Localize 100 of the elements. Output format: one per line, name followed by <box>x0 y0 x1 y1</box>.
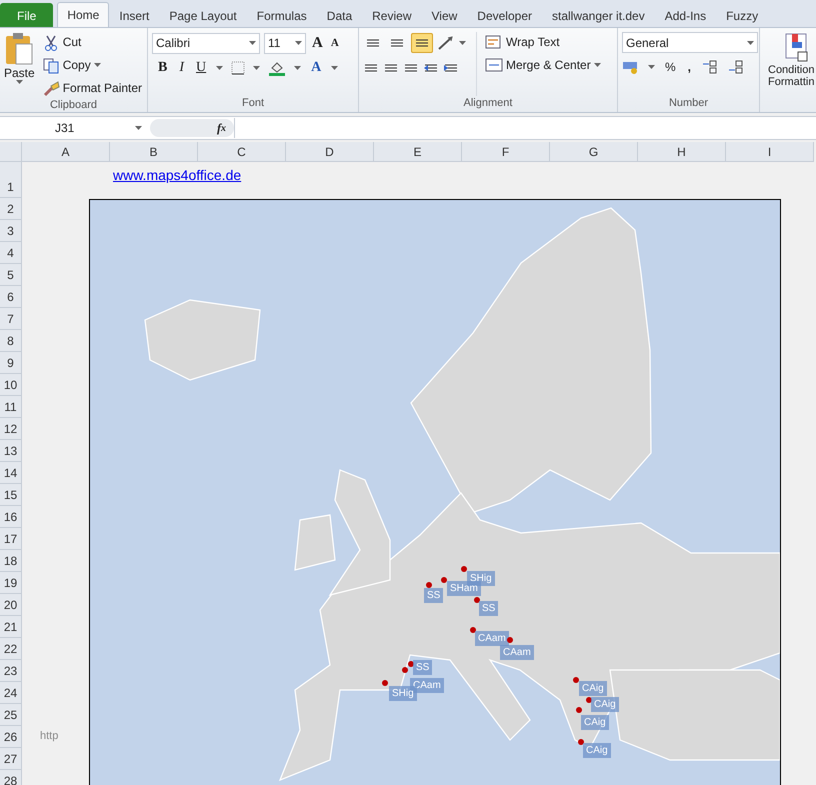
ribbon-tab[interactable]: Fuzzy <box>716 3 768 27</box>
caret-icon <box>294 66 302 70</box>
row-header[interactable]: 20 <box>0 594 22 616</box>
map-label: SS <box>424 588 444 603</box>
wrap-text-icon <box>485 34 503 50</box>
row-header[interactable]: 6 <box>0 286 22 308</box>
align-button[interactable] <box>411 33 433 53</box>
map-label: CAig <box>583 743 611 758</box>
caret-icon <box>594 63 601 67</box>
caret-icon <box>253 66 260 70</box>
row-header[interactable]: 18 <box>0 550 22 572</box>
row-header[interactable]: 9 <box>0 352 22 374</box>
percent-button[interactable]: % <box>663 57 678 77</box>
row-header[interactable]: 10 <box>0 374 22 396</box>
row-header[interactable]: 27 <box>0 748 22 770</box>
column-header[interactable]: C <box>198 142 286 162</box>
ribbon-tab[interactable]: Page Layout <box>159 3 247 27</box>
row-header[interactable]: 21 <box>0 616 22 638</box>
row-header[interactable]: 5 <box>0 264 22 286</box>
command-button[interactable]: Format Painter <box>40 78 144 98</box>
row-header[interactable]: 28 <box>0 770 22 785</box>
map-label: SS <box>413 660 432 675</box>
row-header[interactable]: 19 <box>0 572 22 594</box>
map-label: CAam <box>475 631 509 646</box>
row-header[interactable]: 14 <box>0 462 22 484</box>
map-label: CAig <box>581 715 609 730</box>
column-header[interactable]: B <box>110 142 198 162</box>
paste-button[interactable]: Paste <box>4 32 35 98</box>
number-format-dropdown[interactable]: General <box>622 32 758 53</box>
column-header[interactable]: H <box>638 142 726 162</box>
row-header[interactable]: 3 <box>0 220 22 242</box>
map-label: SS <box>479 601 498 616</box>
column-header[interactable]: E <box>374 142 462 162</box>
row-header[interactable]: 22 <box>0 638 22 660</box>
row-header[interactable]: 11 <box>0 396 22 418</box>
column-header[interactable]: G <box>550 142 638 162</box>
caret-icon <box>94 63 101 67</box>
row-header[interactable]: 13 <box>0 440 22 462</box>
ribbon-tab[interactable]: Add-Ins <box>654 3 716 27</box>
row-header[interactable]: 4 <box>0 242 22 264</box>
caret-icon <box>648 65 655 69</box>
ribbon-tab[interactable]: Insert <box>109 3 160 27</box>
row-header[interactable]: 15 <box>0 484 22 506</box>
map-label: CAam <box>500 645 534 660</box>
caret-icon <box>295 41 302 45</box>
clipboard-icon <box>4 32 34 66</box>
font-name-dropdown[interactable]: Calibri <box>152 32 260 54</box>
ribbon-tab[interactable]: Review <box>362 3 422 27</box>
group-label: Alignment <box>462 96 514 111</box>
file-tab[interactable]: File <box>0 3 54 27</box>
hyperlink[interactable]: www.maps4office.de <box>110 167 242 183</box>
font-size-dropdown[interactable]: 11 <box>264 32 306 54</box>
row-header[interactable]: 26 <box>0 726 22 748</box>
row-header[interactable]: 23 <box>0 660 22 682</box>
shrink-font-button[interactable]: A <box>328 33 341 53</box>
caret-icon <box>747 40 754 44</box>
decrease-decimal-icon <box>727 59 746 75</box>
ribbon-tab[interactable]: Formulas <box>246 3 317 27</box>
fill-color-icon <box>268 60 286 76</box>
command-button[interactable]: Cut <box>40 32 144 52</box>
caret-icon <box>216 66 224 70</box>
ribbon-tab[interactable]: View <box>422 3 468 27</box>
column-header[interactable]: I <box>726 142 814 162</box>
row-header[interactable]: 17 <box>0 528 22 550</box>
caret-icon <box>459 41 466 45</box>
ribbon-tab[interactable]: Data <box>316 3 362 27</box>
row-header[interactable]: 24 <box>0 682 22 704</box>
increase-decimal-icon <box>701 59 720 75</box>
ribbon-tab[interactable]: Developer <box>467 3 542 27</box>
font-color-button[interactable]: A <box>309 58 324 78</box>
row-header[interactable]: 8 <box>0 330 22 352</box>
row-header[interactable]: 16 <box>0 506 22 528</box>
map-label: SHig <box>389 686 417 701</box>
italic-button[interactable]: I <box>177 58 186 78</box>
text-angle-icon <box>437 35 455 51</box>
row-header[interactable]: 12 <box>0 418 22 440</box>
row-header[interactable]: 25 <box>0 704 22 726</box>
map-label: CAig <box>579 681 607 696</box>
row-header[interactable]: 7 <box>0 308 22 330</box>
grow-font-button[interactable]: A <box>310 33 325 53</box>
copy-icon <box>42 56 60 74</box>
ribbon-tab[interactable]: stallwanger it.dev <box>542 3 655 27</box>
row-header[interactable]: 1 <box>0 162 22 198</box>
conditional-formatting-button[interactable]: Condition Formattin <box>760 28 816 88</box>
bold-button[interactable]: B <box>156 58 170 78</box>
ribbon-tab[interactable]: Home <box>57 2 110 27</box>
column-header[interactable]: D <box>286 142 374 162</box>
caret-icon <box>135 126 142 130</box>
caret-icon <box>249 41 256 45</box>
row-header[interactable]: 2 <box>0 198 22 220</box>
group-label: Clipboard <box>48 98 98 112</box>
column-header[interactable]: F <box>462 142 550 162</box>
map-label: CAig <box>591 697 619 712</box>
merge-center-button[interactable]: Merge & Center <box>483 55 603 75</box>
command-button[interactable]: Copy <box>40 55 144 75</box>
underline-button[interactable]: U <box>194 58 208 78</box>
currency-icon <box>622 59 640 75</box>
column-header[interactable]: A <box>22 142 110 162</box>
wrap-text-button[interactable]: Wrap Text <box>483 32 603 52</box>
comma-button[interactable]: , <box>686 57 694 77</box>
